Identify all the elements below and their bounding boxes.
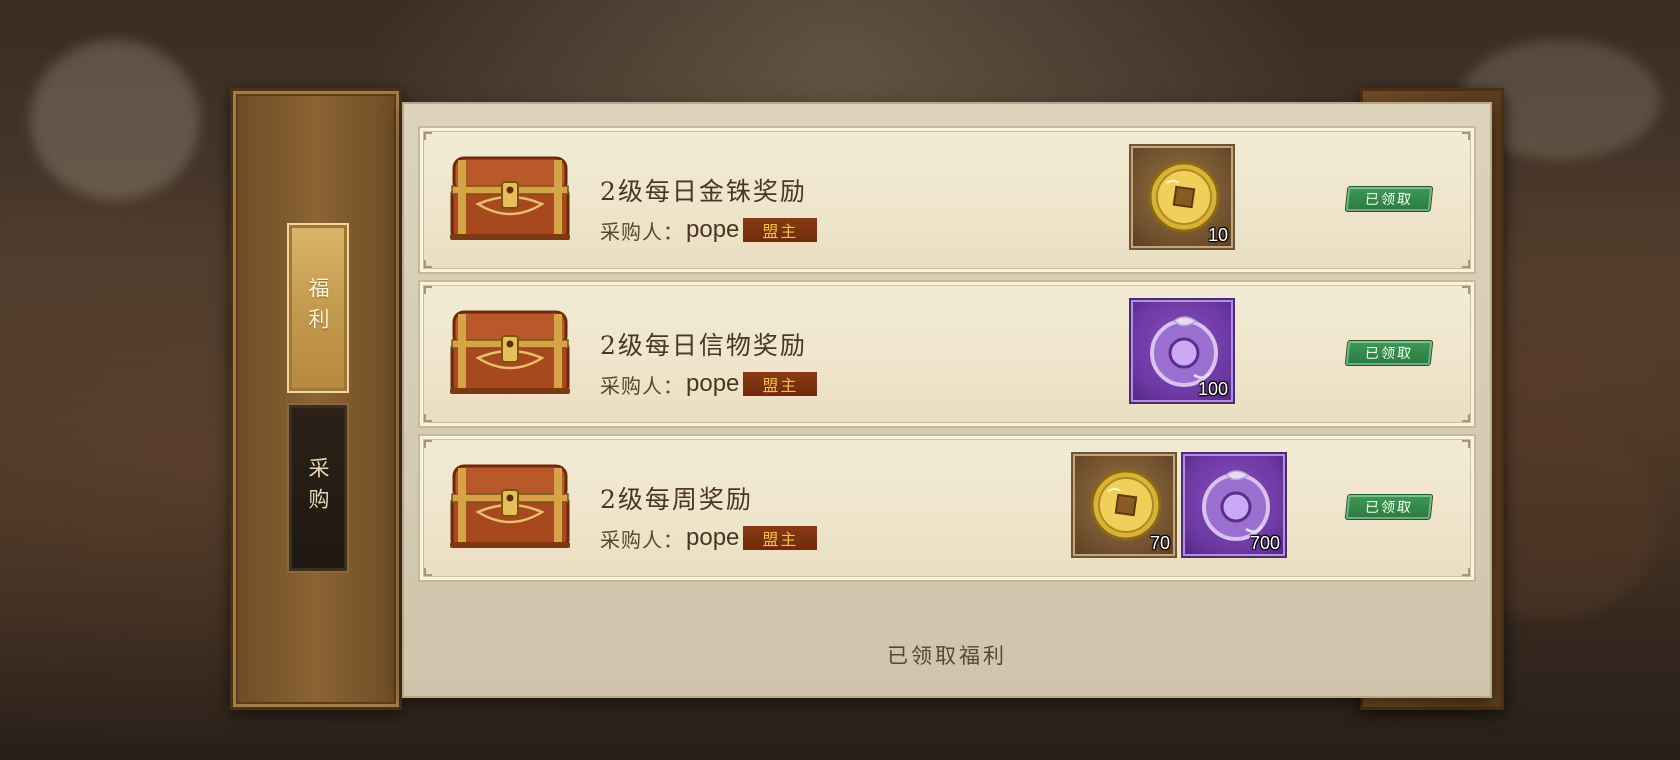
buyer-name: pope — [686, 524, 740, 551]
buyer-name: pope — [686, 216, 740, 243]
corner-ornament — [1462, 132, 1470, 140]
treasure-chest-icon — [450, 464, 570, 548]
buyer-label: 采购人： — [600, 527, 684, 552]
reward-item-slot[interactable]: 10 — [1129, 144, 1235, 250]
corner-ornament — [1462, 568, 1470, 576]
reward-item-slot[interactable]: 70 — [1071, 452, 1177, 558]
reward-title: 2级每日信物奖励 — [600, 331, 807, 360]
tab-label: 采购 — [306, 457, 330, 519]
role-badge: 盟主 — [743, 526, 818, 550]
reward-row: 2级每日信物奖励 采购人： pope 盟主 100 已领取 — [418, 280, 1476, 428]
reward-row: 2级每周奖励 采购人： pope 盟主 70 700 已领取 — [418, 434, 1476, 582]
corner-ornament — [1462, 260, 1470, 268]
reward-row: 2级每日金铢奖励 采购人： pope 盟主 10 已领取 — [418, 126, 1476, 274]
sidebar: 福利 采购 — [230, 88, 402, 710]
buyer-label: 采购人： — [600, 373, 684, 398]
corner-ornament — [1462, 414, 1470, 422]
reward-item-slot[interactable]: 700 — [1181, 452, 1287, 558]
tab-purchase[interactable]: 采购 — [287, 403, 349, 573]
reward-item-slot[interactable]: 100 — [1129, 298, 1235, 404]
buyer-label: 采购人： — [600, 219, 684, 244]
corner-ornament — [1462, 440, 1470, 448]
corner-ornament — [424, 132, 432, 140]
treasure-chest-icon — [450, 156, 570, 240]
item-count: 700 — [1249, 533, 1280, 553]
reward-items: 70 700 — [1071, 452, 1287, 558]
buyer-line: 采购人： pope 盟主 — [600, 370, 818, 398]
buyer-line: 采购人： pope 盟主 — [600, 216, 818, 244]
role-badge: 盟主 — [743, 218, 818, 242]
reward-panel: 2级每日金铢奖励 采购人： pope 盟主 10 已领取 2级每日信物奖励 采购… — [404, 104, 1490, 696]
reward-items: 10 — [1129, 144, 1235, 250]
corner-ornament — [424, 286, 432, 294]
buyer-line: 采购人： pope 盟主 — [600, 524, 818, 552]
tab-welfare[interactable]: 福利 — [287, 223, 349, 393]
claimed-stamp: 已领取 — [1344, 494, 1434, 520]
treasure-chest-icon — [450, 310, 570, 394]
reward-title: 2级每日金铢奖励 — [600, 177, 807, 206]
claimed-stamp: 已领取 — [1344, 186, 1434, 212]
tab-label: 福利 — [306, 277, 330, 339]
footer-label: 已领取福利 — [887, 644, 1007, 668]
buyer-name: pope — [686, 370, 740, 397]
background-blur — [30, 40, 200, 200]
corner-ornament — [424, 260, 432, 268]
role-badge: 盟主 — [743, 372, 818, 396]
claimed-stamp: 已领取 — [1344, 340, 1434, 366]
corner-ornament — [424, 440, 432, 448]
corner-ornament — [1462, 286, 1470, 294]
item-count: 10 — [1207, 225, 1228, 245]
corner-ornament — [424, 568, 432, 576]
item-count: 100 — [1197, 379, 1228, 399]
corner-ornament — [424, 414, 432, 422]
item-count: 70 — [1149, 533, 1170, 553]
reward-title: 2级每周奖励 — [600, 485, 753, 514]
reward-items: 100 — [1129, 298, 1235, 404]
